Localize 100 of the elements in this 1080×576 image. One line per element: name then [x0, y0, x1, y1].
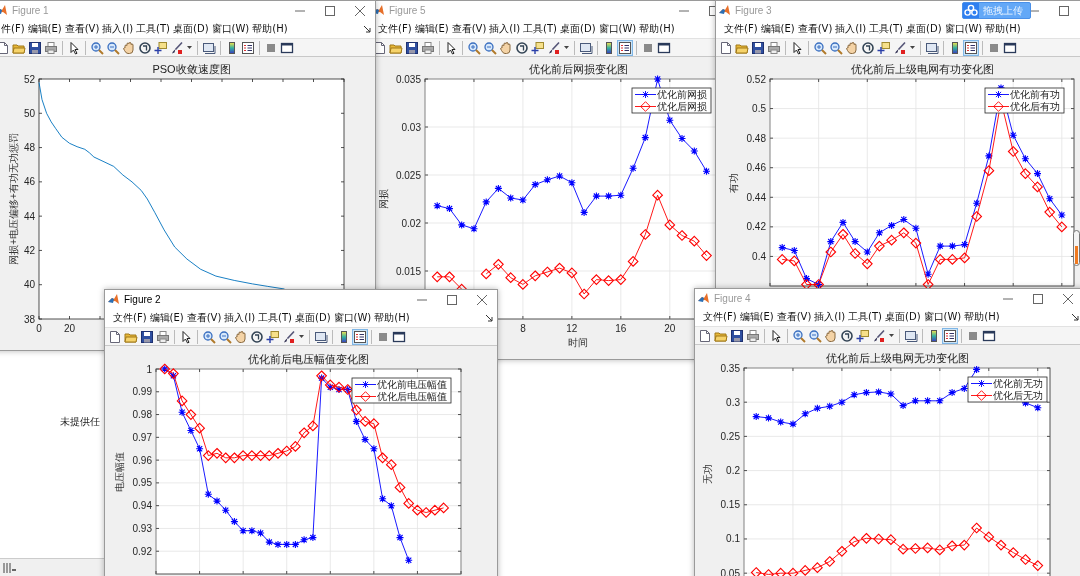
- menu-item[interactable]: 帮助(H): [639, 22, 675, 36]
- tick-label: 16: [615, 323, 627, 334]
- legend-label: 优化后电压幅值: [377, 391, 447, 402]
- tick-label: 1: [146, 363, 152, 375]
- window-title: Figure 3: [735, 5, 772, 16]
- window-title: Figure 4: [714, 293, 751, 304]
- menu-item[interactable]: 窗口(W): [944, 22, 983, 36]
- tick-label: 20: [664, 323, 676, 334]
- menu-item[interactable]: 桌面(D): [173, 22, 209, 36]
- tick-label: 0.44: [746, 191, 766, 203]
- menu-item[interactable]: 查看(V): [64, 22, 100, 36]
- tick-label: 0.97: [132, 431, 152, 443]
- tick-label: 0.46: [746, 162, 766, 174]
- menu-item[interactable]: 工具(T): [869, 22, 904, 36]
- tick-label: 40: [23, 279, 35, 291]
- menu-item[interactable]: 件(F): [1, 22, 25, 36]
- legend-label: 优化后无功: [993, 390, 1043, 401]
- tick-label: 0.2: [726, 465, 740, 477]
- menu-item[interactable]: 查看(V): [776, 310, 812, 324]
- tick-label: 0.35: [720, 362, 740, 374]
- menu-item[interactable]: 帮助(H): [374, 311, 410, 325]
- tick-label: 20: [63, 323, 76, 334]
- menu-item[interactable]: 文件(F): [703, 310, 737, 324]
- menu-item[interactable]: 编辑(E): [149, 311, 184, 325]
- menu-item[interactable]: 编辑(E): [27, 22, 62, 36]
- tick-label: 0.035: [395, 73, 421, 85]
- menu-item[interactable]: 窗口(W): [923, 310, 962, 324]
- menu-item[interactable]: 编辑(E): [760, 22, 795, 36]
- chart-title: 优化前后网损变化图: [528, 63, 628, 75]
- chart-title: 优化前后上级电网有功变化图: [850, 63, 994, 75]
- tick-label: 0.99: [132, 386, 152, 398]
- menu-item[interactable]: 文件(F): [113, 311, 147, 325]
- tick-label: 0.03: [401, 121, 421, 133]
- tick-label: 0.93: [132, 522, 152, 534]
- menu-item[interactable]: 窗口(W): [333, 311, 372, 325]
- tick-label: 0.015: [395, 265, 421, 277]
- tick-label: 0.4: [752, 250, 766, 262]
- axis-title: 网损+电压偏移+有功无功惩罚: [8, 133, 19, 265]
- menu-item[interactable]: 查看(V): [797, 22, 833, 36]
- menu-item[interactable]: 桌面(D): [906, 22, 942, 36]
- axis-title: 网损: [377, 189, 389, 209]
- chart-title: PSO收敛速度图: [152, 63, 231, 75]
- tick-label: 0.52: [746, 73, 766, 85]
- menu-item[interactable]: 窗口(W): [211, 22, 250, 36]
- legend-label: 优化前有功: [1010, 89, 1060, 100]
- menu-item[interactable]: 窗口(W): [598, 22, 637, 36]
- menu-item[interactable]: 插入(I): [102, 22, 134, 36]
- window-title: Figure 1: [12, 5, 49, 16]
- menu-item[interactable]: 工具(T): [258, 311, 293, 325]
- legend-label: 优化后网损: [657, 101, 707, 112]
- menu-item[interactable]: 桌面(D): [885, 310, 921, 324]
- tick-label: 52: [23, 73, 35, 85]
- menu-item[interactable]: 插入(I): [814, 310, 846, 324]
- tick-label: 46: [23, 176, 35, 188]
- tick-label: 0.5: [752, 103, 766, 115]
- tick-label: 12: [566, 323, 578, 334]
- menu-item[interactable]: 工具(T): [523, 22, 558, 36]
- menu-item[interactable]: 桌面(D): [560, 22, 596, 36]
- menu-item[interactable]: 文件(F): [724, 22, 758, 36]
- menu-item[interactable]: 工具(T): [848, 310, 883, 324]
- menu-item[interactable]: 插入(I): [835, 22, 867, 36]
- menu-item[interactable]: 编辑(E): [739, 310, 774, 324]
- tick-label: 0: [36, 323, 42, 334]
- tick-label: 0.42: [746, 221, 766, 233]
- tick-label: 0.3: [726, 396, 740, 408]
- menu-item[interactable]: 查看(V): [451, 22, 487, 36]
- axis-title: 电压幅值: [114, 451, 125, 492]
- tick-label: 0.025: [395, 169, 421, 181]
- axis-title: 时间: [568, 337, 588, 348]
- panel-text: 未提供任: [60, 415, 100, 429]
- legend-label: 优化后有功: [1010, 101, 1060, 112]
- tick-label: 0.1: [726, 533, 740, 545]
- window-title: Figure 2: [124, 294, 161, 305]
- menu-item[interactable]: 桌面(D): [295, 311, 331, 325]
- tick-label: 0.96: [132, 454, 152, 466]
- window-title: Figure 5: [389, 5, 426, 16]
- tick-label: 38: [23, 313, 35, 325]
- tick-label: 0.48: [746, 132, 766, 144]
- tick-label: 8: [520, 323, 526, 334]
- tick-label: 0.02: [401, 217, 421, 229]
- tick-label: 42: [23, 244, 35, 256]
- tick-label: 0.98: [132, 409, 152, 421]
- tick-label: 0.92: [132, 545, 152, 557]
- tick-label: 0.94: [132, 500, 152, 512]
- menu-item[interactable]: 工具(T): [136, 22, 171, 36]
- tick-label: 0.05: [720, 567, 740, 576]
- menu-item[interactable]: 帮助(H): [252, 22, 288, 36]
- menu-item[interactable]: 编辑(E): [414, 22, 449, 36]
- menu-item[interactable]: 插入(I): [224, 311, 256, 325]
- menu-item[interactable]: 帮助(H): [964, 310, 1000, 324]
- legend-label: 优化前电压幅值: [377, 379, 447, 390]
- menu-item[interactable]: 文件(F): [378, 22, 412, 36]
- menu-item[interactable]: 插入(I): [489, 22, 521, 36]
- menu-item[interactable]: 查看(V): [186, 311, 222, 325]
- tick-label: 50: [23, 107, 35, 119]
- tick-label: 48: [23, 142, 35, 154]
- tick-label: 0.25: [720, 430, 740, 442]
- menu-item[interactable]: 帮助(H): [985, 22, 1021, 36]
- axis-title: 有功: [728, 172, 739, 193]
- tick-label: 0.95: [132, 477, 152, 489]
